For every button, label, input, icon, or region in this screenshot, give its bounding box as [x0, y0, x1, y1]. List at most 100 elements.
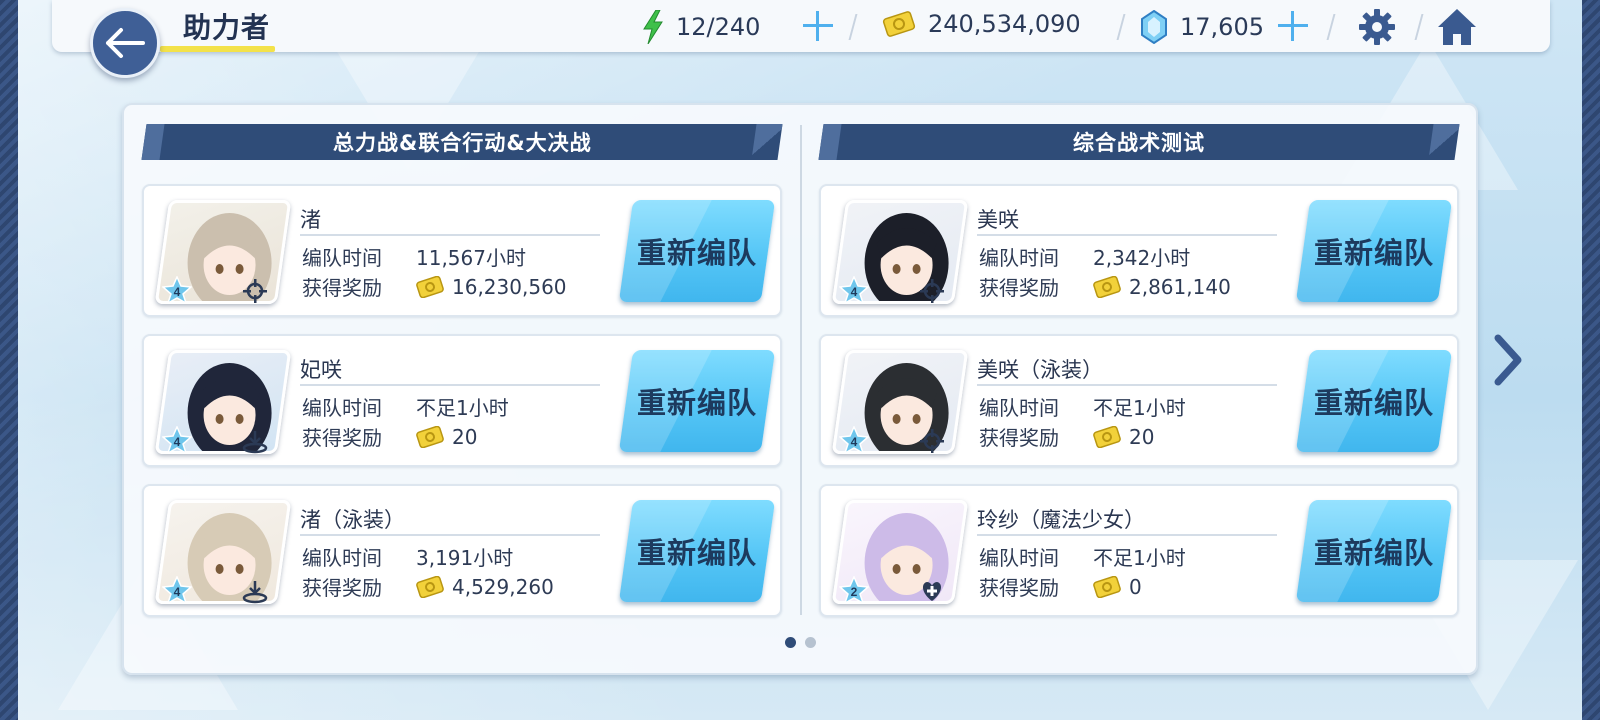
time-label: 编队时间 [979, 396, 1059, 420]
star-level: 4 [174, 585, 181, 599]
star-icon: 4 [162, 576, 192, 604]
reform-button-label: 重新编队 [636, 536, 757, 570]
section-header-tactical-test: 综合战术测试 [818, 124, 1460, 160]
back-button[interactable] [90, 8, 160, 78]
support-card: 2 玲纱（魔法少女） 编队时间 不足1小时获得奖励 0 重新编队 [819, 484, 1459, 617]
support-icon [242, 581, 268, 604]
gem-icon [1141, 10, 1167, 44]
title-underline [160, 46, 275, 52]
next-page-button[interactable] [1488, 332, 1528, 388]
reward-row: 获得奖励 2,861,140 [979, 272, 1231, 301]
target-icon [920, 279, 944, 303]
student-name: 渚 [300, 208, 321, 232]
formation-time-row: 编队时间 3,191小时 [302, 542, 513, 571]
support-icon [242, 431, 268, 454]
star-icon: 2 [839, 576, 869, 604]
page-title: 助力者 [183, 11, 271, 44]
settings-button[interactable] [1356, 6, 1398, 48]
name-divider [300, 384, 600, 386]
time-value: 11,567小时 [416, 246, 526, 270]
credit-icon [882, 11, 916, 37]
reward-value: 0 [1129, 574, 1142, 599]
reform-button-label: 重新编队 [1313, 236, 1434, 270]
student-name: 美咲（泳装） [977, 358, 1103, 382]
target-icon [243, 279, 267, 303]
reform-button[interactable]: 重新编队 [618, 500, 776, 602]
home-button[interactable] [1436, 6, 1478, 48]
energy-icon [643, 10, 663, 44]
time-label: 编队时间 [302, 546, 382, 570]
name-divider [977, 384, 1277, 386]
add-gem-button[interactable] [1275, 8, 1311, 44]
time-value: 3,191小时 [416, 546, 514, 570]
student-name: 美咲 [977, 208, 1019, 232]
formation-time-row: 编队时间 不足1小时 [979, 542, 1186, 571]
plus-icon [803, 11, 833, 41]
reward-label: 获得奖励 [302, 576, 382, 600]
column-divider [800, 125, 802, 615]
reform-button-label: 重新编队 [1313, 536, 1434, 570]
formation-time-row: 编队时间 11,567小时 [302, 242, 526, 271]
home-icon [1438, 9, 1476, 45]
reward-label: 获得奖励 [979, 576, 1059, 600]
energy-value: 12/240 [676, 13, 761, 41]
role-badge [919, 578, 945, 604]
reward-value: 20 [452, 424, 478, 449]
support-card: 4 美咲（泳装） 编队时间 不足1小时 获得奖励 20 重新编队 [819, 334, 1459, 467]
support-card: 4 美咲编队时间 2,342小时 获得奖励 2,861,140 重新编队 [819, 184, 1459, 317]
credit-icon [416, 425, 444, 448]
target-icon [920, 429, 944, 453]
reward-value: 16,230,560 [452, 274, 567, 299]
chevron-right-icon [1494, 334, 1522, 386]
star-level: 4 [851, 285, 858, 299]
formation-time-row: 编队时间 不足1小时 [979, 392, 1186, 421]
reform-button[interactable]: 重新编队 [1295, 350, 1453, 452]
credit-icon [416, 275, 444, 298]
support-card: 4 妃咲 编队时间 不足1小时 获得奖励 20 重新编队 [142, 334, 782, 467]
time-value: 不足1小时 [1093, 396, 1186, 420]
reward-row: 获得奖励 16,230,560 [302, 272, 567, 301]
star-icon: 4 [162, 276, 192, 304]
time-value: 2,342小时 [1093, 246, 1191, 270]
reform-button-label: 重新编队 [636, 236, 757, 270]
student-name: 妃咲 [300, 358, 342, 382]
time-value: 不足1小时 [416, 396, 509, 420]
reform-button-label: 重新编队 [636, 386, 757, 420]
divider [1326, 14, 1336, 40]
time-value: 不足1小时 [1093, 546, 1186, 570]
student-name: 渚（泳装） [300, 508, 405, 532]
star-level: 4 [174, 435, 181, 449]
page-dot-active[interactable] [785, 637, 796, 648]
role-badge [242, 278, 268, 304]
reform-button[interactable]: 重新编队 [618, 350, 776, 452]
reform-button[interactable]: 重新编队 [1295, 500, 1453, 602]
reward-value: 2,861,140 [1129, 274, 1231, 299]
add-energy-button[interactable] [800, 8, 836, 44]
formation-time-row: 编队时间 2,342小时 [979, 242, 1190, 271]
top-bar: 12/240 240,534,090 17,605 [52, 0, 1550, 52]
time-label: 编队时间 [302, 246, 382, 270]
role-badge [242, 428, 268, 454]
credit-counter: 240,534,090 [882, 10, 1081, 38]
left-frame-border [0, 0, 18, 720]
divider [848, 14, 858, 40]
star-level: 4 [174, 285, 181, 299]
time-label: 编队时间 [302, 396, 382, 420]
right-frame-border [1582, 0, 1600, 720]
reward-label: 获得奖励 [979, 426, 1059, 450]
credit-icon [1093, 275, 1121, 298]
star-level: 2 [851, 585, 858, 599]
energy-counter: 12/240 [642, 10, 760, 44]
reform-button[interactable]: 重新编队 [1295, 200, 1453, 302]
section-title: 综合战术测试 [1073, 131, 1205, 155]
role-badge [242, 578, 268, 604]
student-name: 玲纱（魔法少女） [977, 508, 1145, 532]
page-dot[interactable] [805, 637, 816, 648]
reform-button[interactable]: 重新编队 [618, 200, 776, 302]
star-icon: 4 [162, 426, 192, 454]
reward-value: 20 [1129, 424, 1155, 449]
star-icon: 4 [839, 276, 869, 304]
credit-icon [416, 575, 444, 598]
gear-icon [1359, 9, 1395, 45]
reward-row: 获得奖励 4,529,260 [302, 572, 554, 601]
